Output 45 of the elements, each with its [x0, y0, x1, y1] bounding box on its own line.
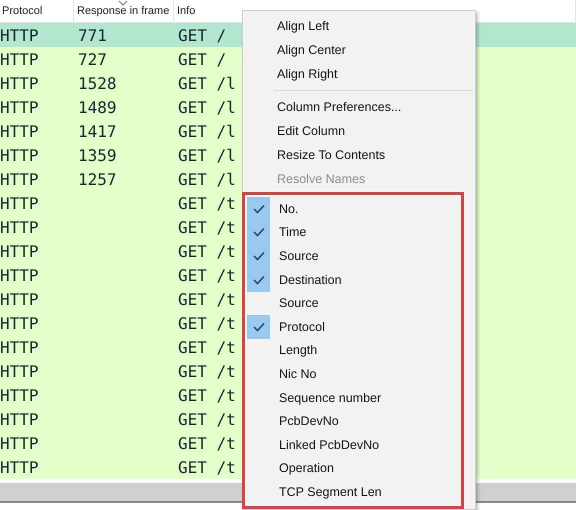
table-cell: GET /l	[178, 98, 236, 116]
table-cell: GET /t	[178, 194, 236, 212]
table-cell: HTTP	[0, 266, 39, 284]
table-cell: GET /t	[178, 218, 236, 236]
table-cell: 1528	[78, 74, 117, 92]
table-cell: GET /l	[178, 74, 236, 92]
table-cell: GET /t	[178, 458, 236, 476]
table-cell: GET /	[178, 50, 226, 68]
table-cell: HTTP	[0, 122, 39, 140]
table-cell: GET /l	[178, 122, 236, 140]
table-cell: 727	[78, 50, 107, 68]
table-cell: 1359	[78, 146, 117, 164]
table-cell: GET /t	[178, 314, 236, 332]
table-cell: 1417	[78, 122, 117, 140]
table-cell: GET /t	[178, 338, 236, 356]
table-cell: HTTP	[0, 218, 39, 236]
table-cell: HTTP	[0, 386, 39, 404]
table-cell: 1257	[78, 170, 117, 188]
table-cell: GET /l	[178, 146, 236, 164]
table-cell: HTTP	[0, 146, 39, 164]
table-cell: GET /t	[178, 410, 236, 428]
table-cell: 771	[78, 26, 107, 44]
table-cell: GET /	[178, 26, 226, 44]
table-cell: GET /l	[178, 170, 236, 188]
table-cell: HTTP	[0, 362, 39, 380]
table-cell: HTTP	[0, 98, 39, 116]
table-cell: GET /t	[178, 242, 236, 260]
table-cell: HTTP	[0, 242, 39, 260]
table-cell: HTTP	[0, 290, 39, 308]
table-cell: HTTP	[0, 194, 39, 212]
table-cell: GET /t	[178, 266, 236, 284]
table-cell: HTTP	[0, 434, 39, 452]
table-cell: HTTP	[0, 26, 39, 44]
table-cell: HTTP	[0, 50, 39, 68]
table-cell: HTTP	[0, 170, 39, 188]
table-cell: HTTP	[0, 458, 39, 476]
table-cell: GET /t	[178, 362, 236, 380]
table-cell: GET /t	[178, 434, 236, 452]
table-cell: HTTP	[0, 74, 39, 92]
table-cell: GET /t	[178, 290, 236, 308]
table-cell: GET /t	[178, 386, 236, 404]
table-cell: HTTP	[0, 410, 39, 428]
table-cell: HTTP	[0, 338, 39, 356]
table-cell: HTTP	[0, 314, 39, 332]
table-cell: 1489	[78, 98, 117, 116]
